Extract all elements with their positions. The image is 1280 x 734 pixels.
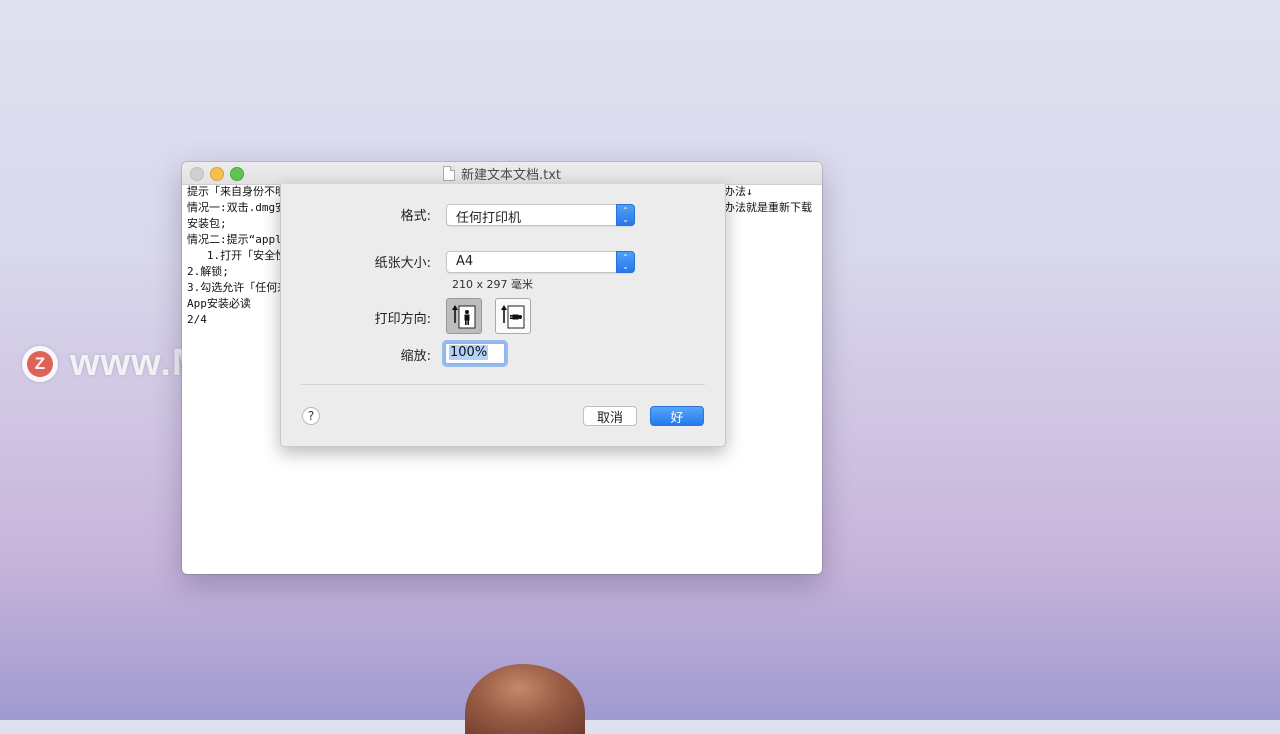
paper-dimensions: 210 x 297 毫米 [452,278,533,291]
ok-button[interactable]: 好 [650,406,704,426]
scale-value: 100% [449,345,489,360]
format-value: 任何打印机 [456,211,522,226]
window-title: 新建文本文档.txt [460,167,562,183]
orientation-portrait-button[interactable] [446,298,482,334]
paper-size-label: 纸张大小: [374,256,431,271]
format-popup[interactable]: 任何打印机 ⌃ ⌄ [446,204,635,226]
text-line-fragment: 办法就是重新下载 [724,201,812,214]
rock-landscape [465,664,585,734]
divider [301,384,705,385]
text-line-fragment: 办法↓ [724,185,753,198]
chevron-updown-icon: ⌃ ⌄ [616,251,635,273]
chevron-updown-icon: ⌃ ⌄ [616,204,635,226]
landscape-icon [501,305,525,329]
scale-input[interactable]: 100% [445,343,505,364]
window-titlebar[interactable]: 新建文本文档.txt [182,162,822,185]
paper-size-popup[interactable]: A4 ⌃ ⌄ [446,251,635,273]
cancel-button[interactable]: 取消 [583,406,637,426]
paper-size-value: A4 [456,254,474,269]
help-button[interactable]: ? [302,407,320,425]
watermark-logo-icon: Z [22,345,58,382]
orientation-label: 打印方向: [374,312,431,327]
orientation-landscape-button[interactable] [495,298,531,334]
scale-label: 缩放: [400,349,431,364]
page-setup-sheet: 格式: 任何打印机 ⌃ ⌄ 纸张大小: A4 ⌃ ⌄ 210 x 297 毫米 打印… [280,184,726,447]
document-icon [442,165,455,181]
portrait-icon [452,305,476,329]
format-label: 格式: [400,209,431,224]
